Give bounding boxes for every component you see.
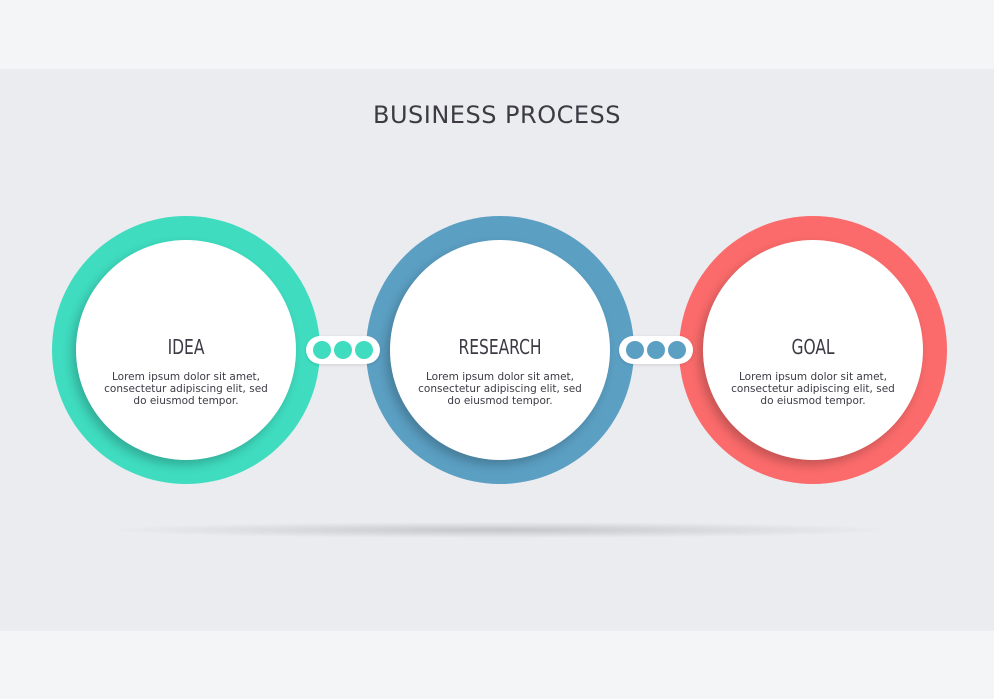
step-idea-text: Lorem ipsum dolor sit amet, consectetur …: [104, 371, 268, 407]
connector-dot: [334, 341, 352, 359]
connector-dot: [313, 341, 331, 359]
connector-idea-research: [306, 336, 380, 364]
step-goal-text: Lorem ipsum dolor sit amet, consectetur …: [731, 371, 895, 407]
step-research-text: Lorem ipsum dolor sit amet, consectetur …: [418, 371, 582, 407]
connector-dot: [668, 341, 686, 359]
step-goal-title: GOAL: [791, 335, 835, 359]
diagram-title: BUSINESS PROCESS: [373, 101, 621, 129]
connector-dot: [355, 341, 373, 359]
step-idea-ring: IDEA Lorem ipsum dolor sit amet, consect…: [52, 216, 320, 484]
floor-shadow: [110, 522, 890, 538]
step-research-ring: RESEARCH Lorem ipsum dolor sit amet, con…: [366, 216, 634, 484]
step-goal-circle: GOAL Lorem ipsum dolor sit amet, consect…: [703, 240, 923, 460]
step-research-circle: RESEARCH Lorem ipsum dolor sit amet, con…: [390, 240, 610, 460]
step-research-title: RESEARCH: [458, 335, 542, 359]
step-goal-ring: GOAL Lorem ipsum dolor sit amet, consect…: [679, 216, 947, 484]
connector-research-goal: [619, 336, 693, 364]
connector-dot: [647, 341, 665, 359]
step-idea-title: IDEA: [167, 335, 205, 359]
step-idea-circle: IDEA Lorem ipsum dolor sit amet, consect…: [76, 240, 296, 460]
connector-dot: [626, 341, 644, 359]
